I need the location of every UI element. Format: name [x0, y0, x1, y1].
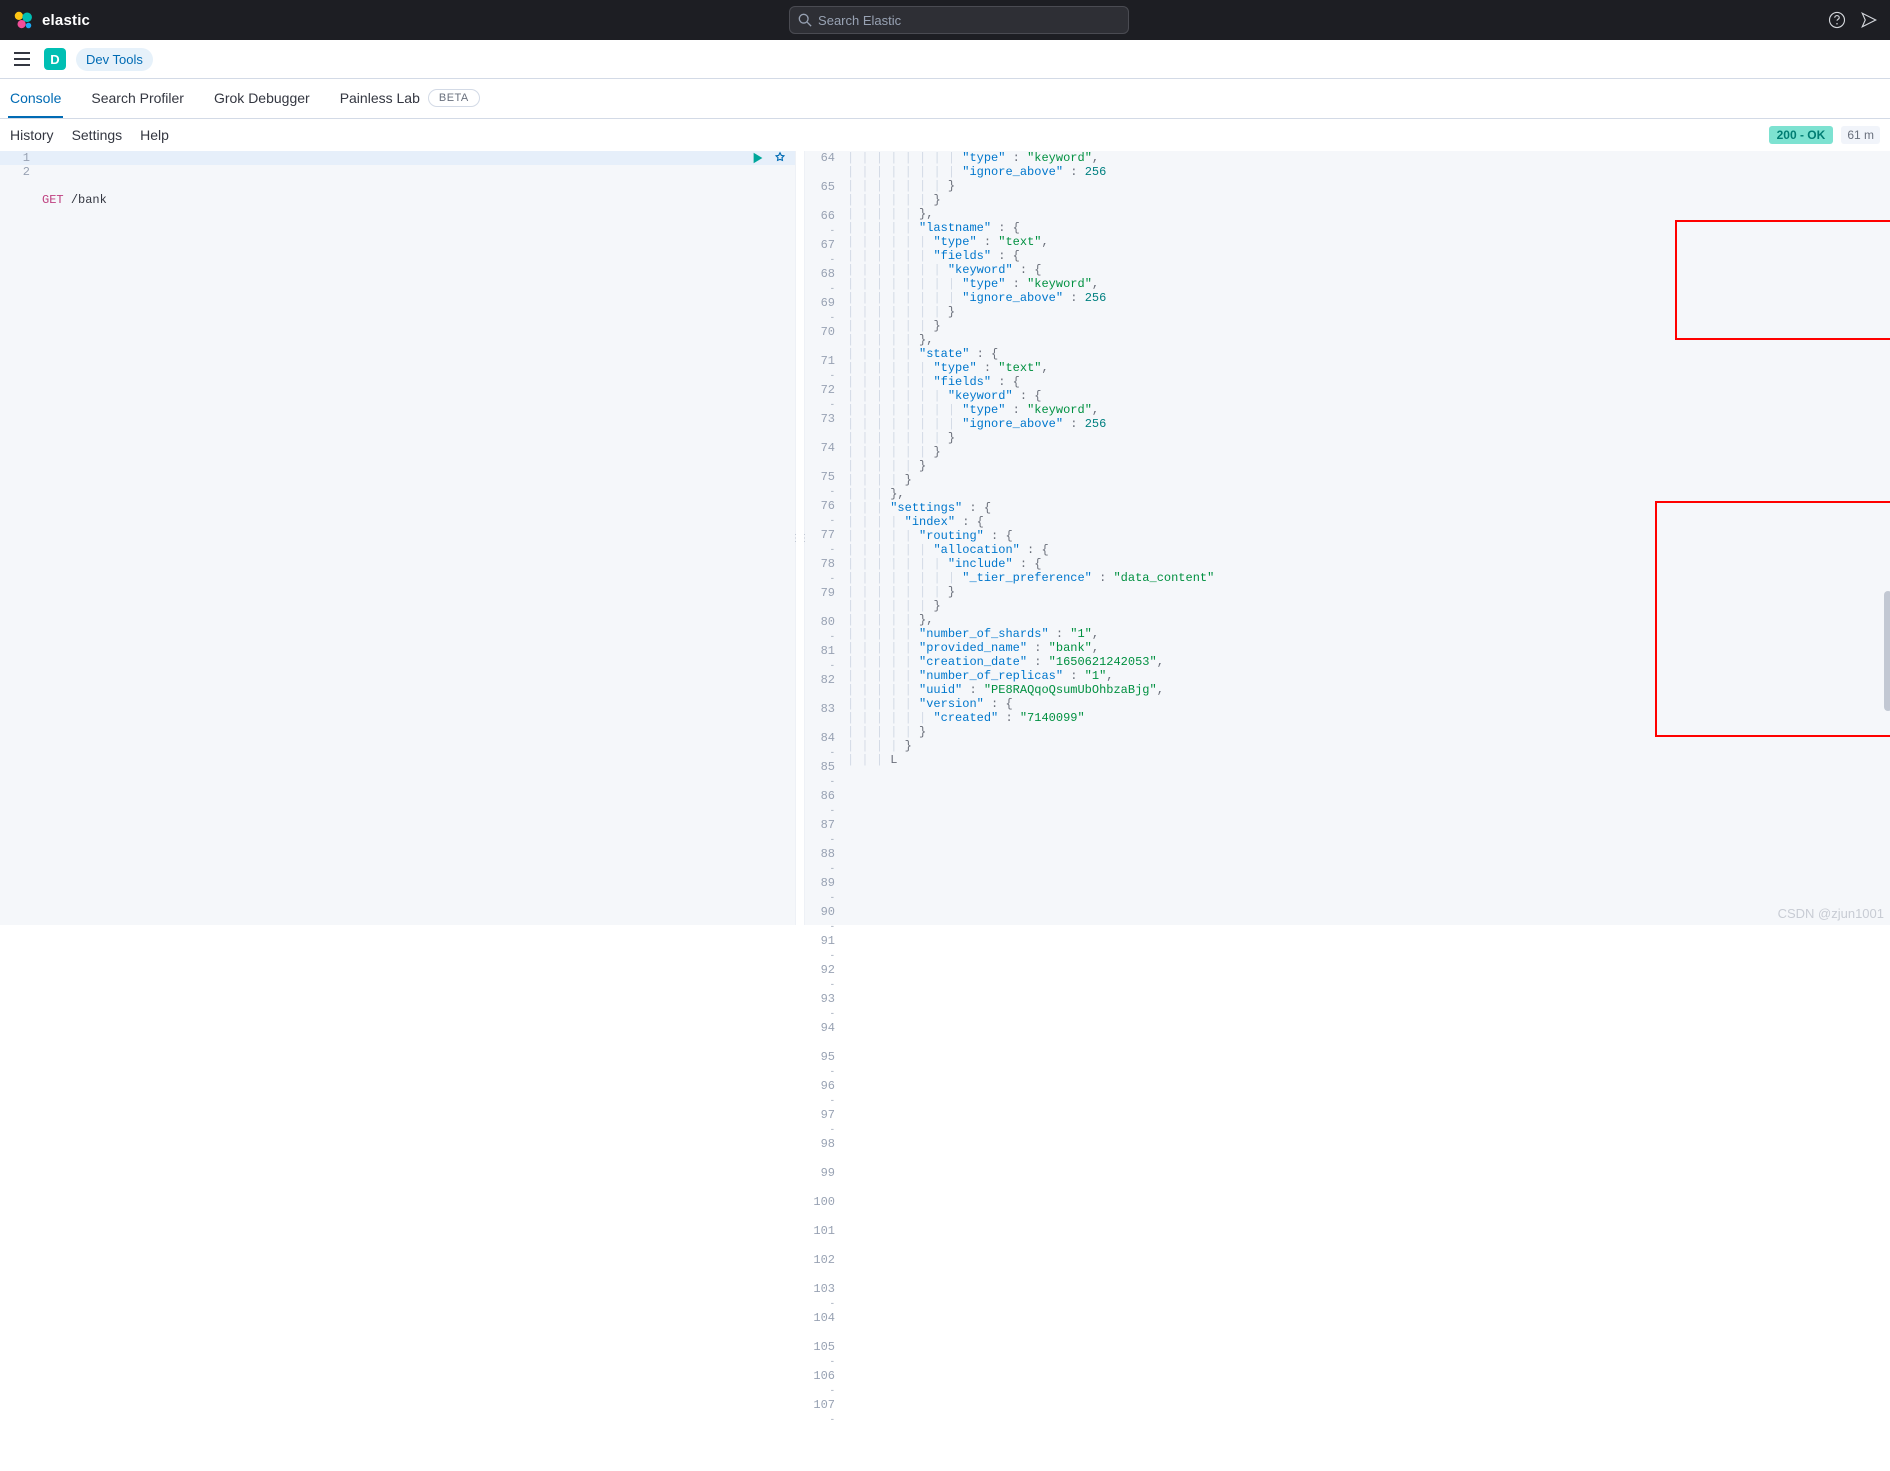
request-gutter: 1 2 — [0, 151, 36, 925]
response-viewer[interactable]: 64 65 66 -67 -68 -69 -70 71 -72 -73 74 7… — [805, 151, 1890, 925]
response-line: | | | | | | | | "type" : "keyword", — [847, 403, 1884, 417]
console-subbar: History Settings Help 200 - OK 61 m — [0, 119, 1890, 151]
top-bar: elastic Search Elastic — [0, 0, 1890, 40]
response-line: | | | L — [847, 753, 1884, 767]
response-line: | | | }, — [847, 487, 1884, 501]
response-line: | | | | | }, — [847, 207, 1884, 221]
tab-search-profiler[interactable]: Search Profiler — [89, 79, 186, 118]
response-line: | | | | | | | | "ignore_above" : 256 — [847, 291, 1884, 305]
response-line: | | | | | | "type" : "text", — [847, 361, 1884, 375]
response-line: | | | | | | | } — [847, 179, 1884, 193]
response-line: | | | | | | | } — [847, 585, 1884, 599]
nav-bar: D Dev Tools — [0, 40, 1890, 79]
send-request-icon[interactable] — [751, 151, 765, 165]
tab-painless-lab[interactable]: Painless Lab BETA — [338, 79, 482, 118]
response-line: | | | | | | } — [847, 193, 1884, 207]
response-line: | | | | | | | "keyword" : { — [847, 389, 1884, 403]
beta-badge: BETA — [428, 89, 480, 107]
response-line: | | | | | | "type" : "text", — [847, 235, 1884, 249]
response-line: | | | | | "routing" : { — [847, 529, 1884, 543]
response-line: | | | | | | } — [847, 319, 1884, 333]
help-icon[interactable] — [1828, 11, 1846, 29]
response-line: | | | | | | | | "_tier_preference" : "da… — [847, 571, 1884, 585]
tab-grok-debugger[interactable]: Grok Debugger — [212, 79, 312, 118]
response-gutter: 64 65 66 -67 -68 -69 -70 71 -72 -73 74 7… — [805, 151, 841, 925]
search-placeholder: Search Elastic — [818, 13, 901, 28]
global-search-input[interactable]: Search Elastic — [789, 6, 1129, 34]
devtools-tabs: Console Search Profiler Grok Debugger Pa… — [0, 79, 1890, 119]
response-line: | | | | | "uuid" : "PE8RAQqoQsumUbOhbzaB… — [847, 683, 1884, 697]
response-line: | | | | "index" : { — [847, 515, 1884, 529]
tab-console[interactable]: Console — [8, 79, 63, 118]
response-line: | | | | | "creation_date" : "16506212420… — [847, 655, 1884, 669]
response-line: | | | "settings" : { — [847, 501, 1884, 515]
response-line: | | | | | | | } — [847, 431, 1884, 445]
subbar-settings[interactable]: Settings — [72, 127, 123, 143]
brand-text: elastic — [42, 12, 90, 29]
response-line: | | | | } — [847, 739, 1884, 753]
response-line: | | | | | | "fields" : { — [847, 375, 1884, 389]
response-line: | | | | | } — [847, 725, 1884, 739]
response-line: | | | | } — [847, 473, 1884, 487]
response-line: | | | | | | | | "ignore_above" : 256 — [847, 417, 1884, 431]
response-line: | | | | | "number_of_shards" : "1", — [847, 627, 1884, 641]
brand-logo[interactable]: elastic — [12, 9, 90, 31]
subbar-help[interactable]: Help — [140, 127, 169, 143]
response-line: | | | | | | | "include" : { — [847, 557, 1884, 571]
search-icon — [798, 13, 812, 27]
request-options-icon[interactable] — [773, 151, 787, 165]
response-scrollbar[interactable] — [1882, 151, 1890, 925]
pane-resizer[interactable]: ⋮⋮ — [795, 151, 805, 925]
response-line: | | | | | "provided_name" : "bank", — [847, 641, 1884, 655]
response-line: | | | | | "lastname" : { — [847, 221, 1884, 235]
response-line: | | | | | | | } — [847, 305, 1884, 319]
response-status-badge: 200 - OK — [1769, 126, 1834, 144]
response-line: | | | | | "state" : { — [847, 347, 1884, 361]
request-code[interactable]: GET /bank — [36, 151, 795, 925]
response-line: | | | | | | | "keyword" : { — [847, 263, 1884, 277]
response-line: | | | | | | } — [847, 445, 1884, 459]
response-line: | | | | | "number_of_replicas" : "1", — [847, 669, 1884, 683]
response-line: | | | | | | | | "ignore_above" : 256 — [847, 165, 1884, 179]
subbar-history[interactable]: History — [10, 127, 54, 143]
response-line: | | | | | } — [847, 459, 1884, 473]
response-timing-badge: 61 m — [1841, 126, 1880, 144]
response-line: | | | | | | "allocation" : { — [847, 543, 1884, 557]
response-line: | | | | | }, — [847, 613, 1884, 627]
response-line: | | | | | | "created" : "7140099" — [847, 711, 1884, 725]
response-line: | | | | | | | | "type" : "keyword", — [847, 151, 1884, 165]
response-code[interactable]: | | | | | | | | "type" : "keyword",| | |… — [841, 151, 1890, 925]
request-method: GET — [42, 193, 64, 207]
elastic-logo-icon — [12, 9, 34, 31]
console-panes: 1 2 GET /bank ⋮⋮ 64 65 66 -67 -68 -69 -7… — [0, 151, 1890, 925]
response-line: | | | | | | } — [847, 599, 1884, 613]
hamburger-icon — [14, 52, 30, 66]
request-editor[interactable]: 1 2 GET /bank — [0, 151, 795, 925]
watermark: CSDN @zjun1001 — [1778, 906, 1884, 921]
newsfeed-icon[interactable] — [1860, 11, 1878, 29]
response-line: | | | | | "version" : { — [847, 697, 1884, 711]
app-badge[interactable]: D — [44, 48, 66, 70]
breadcrumb-devtools[interactable]: Dev Tools — [76, 48, 153, 71]
nav-toggle-button[interactable] — [10, 47, 34, 71]
response-line: | | | | | }, — [847, 333, 1884, 347]
response-line: | | | | | | | | "type" : "keyword", — [847, 277, 1884, 291]
response-line: | | | | | | "fields" : { — [847, 249, 1884, 263]
request-path: /bank — [71, 193, 107, 207]
